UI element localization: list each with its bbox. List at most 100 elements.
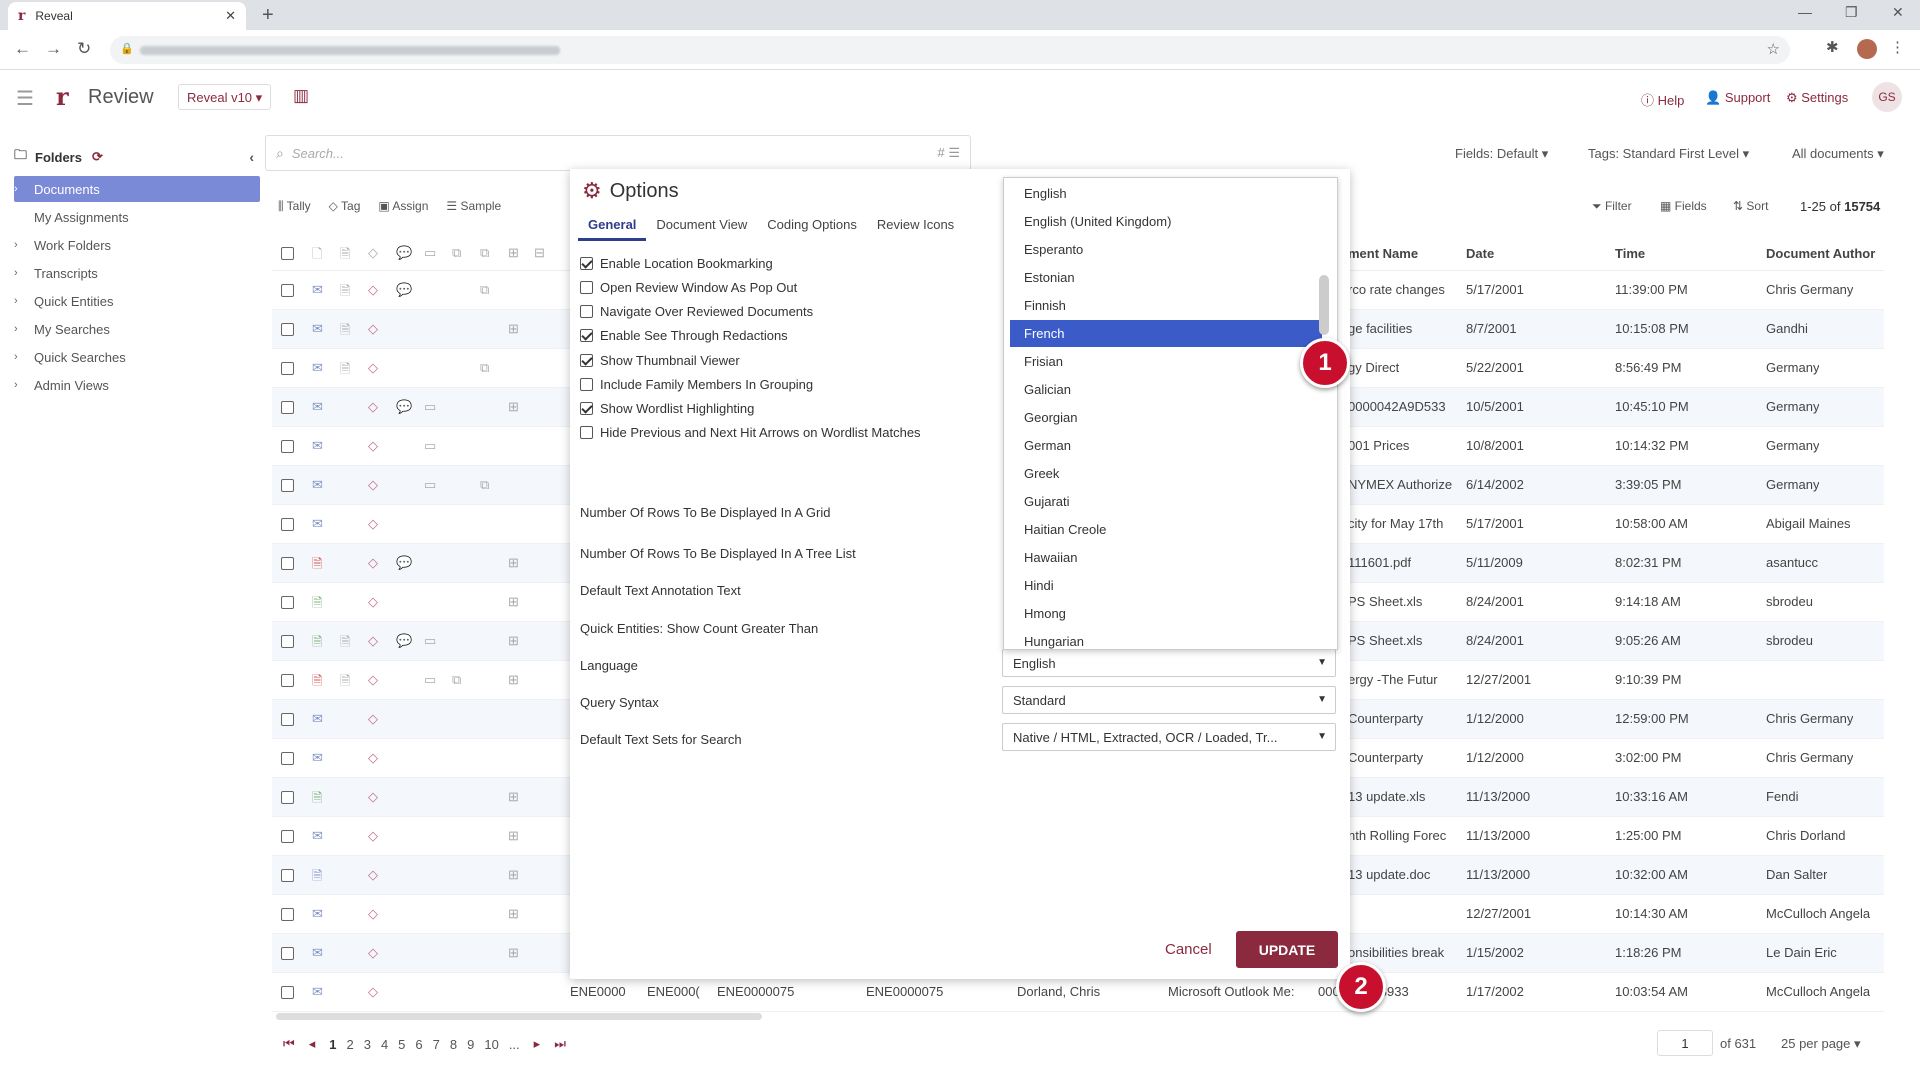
collapse-sidebar-icon[interactable]: ‹ <box>249 149 254 165</box>
tab-coding-options[interactable]: Coding Options <box>757 213 867 241</box>
reload-icon[interactable]: ↻ <box>77 39 91 59</box>
sidebar-item-my-assignments[interactable]: My Assignments <box>14 204 260 230</box>
review-status-icon[interactable]: ▭ <box>424 672 436 688</box>
email-icon[interactable]: ✉ <box>312 399 323 415</box>
review-status-icon[interactable]: ⊞ <box>508 867 519 883</box>
url-field[interactable]: 🔒 ☆ <box>110 36 1790 64</box>
duplicate-header-icon[interactable]: ⧉ <box>480 245 489 261</box>
review-status-icon[interactable]: 🗎 <box>340 633 350 655</box>
row-checkbox[interactable] <box>281 869 294 882</box>
tag-header-icon[interactable]: ◇ <box>368 245 378 261</box>
bookmark-star-icon[interactable]: ☆ <box>1767 40 1780 58</box>
browser-profile-avatar[interactable] <box>1857 39 1877 59</box>
review-status-icon[interactable]: 🗎 <box>340 672 350 694</box>
option-checkbox[interactable] <box>580 305 593 318</box>
tag-icon[interactable]: ◇ <box>368 984 378 1000</box>
search-input[interactable]: Search... <box>292 146 344 161</box>
tag-icon[interactable]: ◇ <box>368 867 378 883</box>
search-bar[interactable]: ⌕ Search... # ☰ <box>265 135 971 171</box>
language-option[interactable]: Greek <box>1010 460 1322 487</box>
tags-filter-dropdown[interactable]: Tags: Standard First Level ▾ <box>1588 146 1749 162</box>
new-tab-button[interactable]: + <box>262 4 274 27</box>
select-all-checkbox[interactable] <box>281 247 294 260</box>
language-option[interactable]: English (United Kingdom) <box>1010 208 1322 235</box>
tag-icon[interactable]: ◇ <box>368 945 378 961</box>
option-checkbox-row[interactable]: Navigate Over Reviewed Documents <box>580 304 813 319</box>
review-status-icon[interactable]: ⧉ <box>452 672 461 688</box>
tag-icon[interactable]: ◇ <box>368 360 378 376</box>
tag-icon[interactable]: ◇ <box>368 789 378 805</box>
review-status-icon[interactable]: ⊞ <box>508 945 519 961</box>
sample-button[interactable]: ☰ Sample <box>446 199 501 214</box>
extensions-icon[interactable]: ✱ <box>1826 38 1839 56</box>
forward-icon[interactable]: → <box>45 39 62 59</box>
page-link[interactable]: 9 <box>467 1037 474 1052</box>
doc-icon[interactable]: 🗋 <box>312 245 322 267</box>
language-option[interactable]: Hungarian <box>1010 628 1322 649</box>
analytics-chart-icon[interactable]: ▥ <box>293 86 309 106</box>
row-checkbox[interactable] <box>281 440 294 453</box>
tag-icon[interactable]: ◇ <box>368 672 378 688</box>
option-checkbox-row[interactable]: Show Wordlist Highlighting <box>580 401 754 416</box>
language-option[interactable]: Esperanto <box>1010 236 1322 263</box>
filter-button[interactable]: ⏷ Filter <box>1592 199 1632 214</box>
review-status-icon[interactable]: ▭ <box>424 438 436 454</box>
settings-link[interactable]: ⚙ Settings <box>1786 90 1848 106</box>
chevron-right-icon[interactable]: › <box>14 295 34 307</box>
review-status-icon[interactable]: ⊞ <box>508 321 519 337</box>
row-checkbox[interactable] <box>281 401 294 414</box>
review-status-icon[interactable]: ⊞ <box>508 906 519 922</box>
row-checkbox[interactable] <box>281 791 294 804</box>
page-link[interactable]: 1 <box>329 1037 336 1052</box>
back-icon[interactable]: ← <box>14 39 31 59</box>
hamburger-menu-icon[interactable]: ☰ <box>16 86 34 111</box>
page-link[interactable]: 7 <box>433 1037 440 1052</box>
page-link[interactable]: 4 <box>381 1037 388 1052</box>
tag-icon[interactable]: ◇ <box>368 906 378 922</box>
tag-icon[interactable]: ◇ <box>368 516 378 532</box>
comment-icon[interactable]: 💬 <box>396 555 412 571</box>
tag-icon[interactable]: ◇ <box>368 399 378 415</box>
email-icon[interactable]: ✉ <box>312 750 323 766</box>
minimize-icon[interactable]: — <box>1798 4 1812 20</box>
sort-button[interactable]: ⇅ Sort <box>1733 199 1768 213</box>
first-page-icon[interactable]: ⏮ <box>283 1036 295 1052</box>
language-option[interactable]: Gujarati <box>1010 488 1322 515</box>
row-checkbox[interactable] <box>281 674 294 687</box>
option-checkbox[interactable] <box>580 281 593 294</box>
review-status-icon[interactable]: 🗎 <box>340 321 350 343</box>
query-syntax-select[interactable]: Standard ▼ <box>1002 686 1336 714</box>
family-header-icon[interactable]: ⊞ <box>508 245 519 261</box>
option-checkbox-row[interactable]: Enable See Through Redactions <box>580 328 788 343</box>
cancel-button[interactable]: Cancel <box>1165 941 1212 958</box>
version-dropdown[interactable]: Reveal v10 ▾ <box>178 84 272 110</box>
tag-icon[interactable]: ◇ <box>368 555 378 571</box>
email-icon[interactable]: ✉ <box>312 477 323 493</box>
email-icon[interactable]: ✉ <box>312 945 323 961</box>
row-checkbox[interactable] <box>281 479 294 492</box>
row-checkbox[interactable] <box>281 947 294 960</box>
review-status-icon[interactable]: ⧉ <box>480 477 489 493</box>
restore-icon[interactable]: ❐ <box>1845 4 1858 21</box>
option-checkbox[interactable] <box>580 329 593 342</box>
option-checkbox-row[interactable]: Open Review Window As Pop Out <box>580 280 797 295</box>
excel-file-icon[interactable]: 🗎 <box>312 789 322 811</box>
page-link[interactable]: 6 <box>415 1037 422 1052</box>
dropdown-scrollbar[interactable] <box>1319 275 1329 335</box>
chevron-right-icon[interactable]: › <box>14 267 34 279</box>
per-page-dropdown[interactable]: 25 per page ▾ <box>1781 1036 1861 1052</box>
review-status-icon[interactable]: ⊞ <box>508 555 519 571</box>
email-icon[interactable]: ✉ <box>312 984 323 1000</box>
column-document-name[interactable]: ment Name <box>1348 246 1418 261</box>
page-link[interactable]: 10 <box>484 1037 498 1052</box>
row-checkbox[interactable] <box>281 557 294 570</box>
email-icon[interactable]: ✉ <box>312 438 323 454</box>
sidebar-item-transcripts[interactable]: › Transcripts <box>14 260 260 286</box>
note-header-icon[interactable]: ▭ <box>424 245 436 261</box>
page-link[interactable]: 3 <box>364 1037 371 1052</box>
review-status-icon[interactable]: ▭ <box>424 399 436 415</box>
tag-icon[interactable]: ◇ <box>368 711 378 727</box>
doc-review-icon[interactable]: 🗎 <box>340 245 350 267</box>
page-link[interactable]: 2 <box>346 1037 353 1052</box>
row-checkbox[interactable] <box>281 362 294 375</box>
